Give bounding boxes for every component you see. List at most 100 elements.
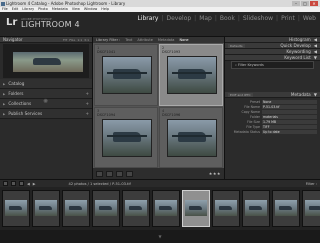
metadata-row: Metadata Status Up to date — [228, 129, 317, 134]
product-name: LIGHTROOM 4 — [21, 20, 80, 29]
module-library[interactable]: Library — [137, 15, 158, 22]
zoom-fill[interactable]: FILL — [69, 38, 75, 42]
zoom-fit[interactable]: FIT — [63, 38, 67, 42]
navigator-preview-image — [13, 52, 83, 72]
grid-cell-selected[interactable]: 2 DSCF1093 — [159, 44, 223, 106]
grid-view: Library Filter : Text Attribute Metadata… — [93, 37, 224, 179]
navigator-label: Navigator — [3, 37, 23, 42]
filmstrip-thumb[interactable] — [302, 190, 320, 227]
lightroom-logo: Lr — [6, 17, 18, 28]
quick-develop-label: Quick Develop — [280, 43, 311, 48]
section-catalog[interactable]: ▶ Catalog — [0, 79, 92, 89]
app-icon — [1, 1, 5, 6]
filmstrip-thumb[interactable] — [152, 190, 180, 227]
metadata-value[interactable]: materials — [262, 114, 317, 119]
metadata-key: Copy Name — [241, 109, 260, 114]
minimize-button[interactable]: – — [292, 1, 300, 6]
photo-thumbnail — [102, 118, 152, 157]
module-book[interactable]: Book — [220, 15, 235, 22]
section-collections-label: Collections — [8, 101, 32, 106]
photo-grid: 1 DSCF1041 2 DSCF1093 3 DSCF1094 4 DSCF1… — [94, 44, 223, 168]
window-title: Lightroom 4 Catalog - Adobe Photoshop Li… — [6, 1, 126, 6]
navigator-header[interactable]: Navigator FIT FILL 1:1 3:1 — [0, 37, 92, 43]
metadata-value[interactable] — [262, 109, 317, 114]
expand-triangle-icon: ▼ — [313, 55, 317, 60]
survey-view-icon[interactable] — [126, 170, 133, 177]
filmstrip-thumb[interactable] — [212, 190, 240, 227]
rating-stars[interactable]: ★★★ — [209, 171, 221, 176]
close-button[interactable]: ✕ — [310, 1, 318, 6]
collapse-triangle-icon: ◀ — [313, 43, 317, 48]
filmstrip-thumb[interactable] — [122, 190, 150, 227]
grid-cell[interactable]: 3 DSCF1094 — [94, 106, 158, 168]
filmstrip-thumb[interactable] — [32, 190, 60, 227]
add-folder-icon[interactable]: + — [85, 91, 89, 96]
filter-keywords-input[interactable]: ⌕ Filter Keywords — [231, 60, 314, 69]
compare-view-icon[interactable] — [116, 170, 123, 177]
module-map[interactable]: Map — [199, 15, 212, 22]
quick-develop-preset[interactable]: Defaults — [228, 43, 245, 48]
filmstrip-bar: ◀ ▶ 42 photos / 1 selected / P-51-03.tif… — [0, 179, 320, 187]
metadata-key: File Name — [244, 104, 260, 109]
expand-triangle-icon: ▼ — [313, 92, 317, 97]
module-separator: | — [297, 15, 300, 22]
expand-triangle-icon: ▶ — [3, 91, 6, 96]
grid-toolbar: ★★★ — [93, 168, 224, 179]
add-collection-icon[interactable]: + — [85, 101, 89, 106]
collapse-bottom-icon: ▼ — [158, 234, 162, 239]
navigator-preview[interactable] — [3, 44, 89, 78]
filmstrip-source[interactable]: 42 photos / 1 selected / P-51-03.tif — [69, 182, 131, 186]
window-controls: – □ ✕ — [292, 1, 318, 6]
filmstrip-thumb[interactable] — [242, 190, 270, 227]
photo-thumbnail — [167, 118, 217, 157]
navigator-zoom-options: FIT FILL 1:1 3:1 — [63, 38, 89, 42]
add-publish-icon[interactable]: + — [85, 111, 89, 116]
filter-attribute[interactable]: Attribute — [137, 38, 152, 42]
grid-icon[interactable] — [19, 181, 24, 186]
metadata-value[interactable]: None — [262, 99, 317, 104]
metadata-value[interactable]: P-51-03.tif — [262, 104, 317, 109]
metadata-key: File Size — [247, 119, 260, 124]
metadata-row: Copy Name — [228, 109, 317, 114]
metadata-value[interactable]: Up to date — [262, 129, 317, 134]
metadata-key: Folder — [250, 114, 260, 119]
window-titlebar: Lightroom 4 Catalog - Adobe Photoshop Li… — [0, 0, 320, 7]
photo-thumbnail — [102, 56, 152, 94]
window-2-icon[interactable] — [11, 181, 16, 186]
filmstrip-thumb[interactable] — [272, 190, 300, 227]
grid-cell[interactable]: 4 DSCF1096 — [159, 106, 223, 168]
module-develop[interactable]: Develop — [166, 15, 191, 22]
bottom-panel-toggle[interactable]: ▼ — [0, 230, 320, 243]
back-arrow-icon[interactable]: ◀ — [27, 182, 30, 186]
module-web[interactable]: Web — [303, 15, 316, 22]
zoom-1-1[interactable]: 1:1 — [77, 38, 82, 42]
filmstrip-thumb[interactable] — [2, 190, 30, 227]
module-slideshow[interactable]: Slideshow — [243, 15, 273, 22]
metadata-value[interactable]: 1.79 MB — [262, 119, 317, 124]
filmstrip-thumb-selected[interactable] — [182, 190, 210, 227]
window-1-icon[interactable] — [3, 181, 8, 186]
filter-metadata[interactable]: Metadata — [158, 38, 175, 42]
module-separator: | — [214, 15, 217, 22]
forward-arrow-icon[interactable]: ▶ — [33, 182, 36, 186]
cell-filename: DSCF1096 — [162, 112, 181, 117]
maximize-button[interactable]: □ — [301, 1, 309, 6]
filter-none[interactable]: None — [179, 38, 188, 42]
filter-text[interactable]: Text — [125, 38, 132, 42]
grid-cell[interactable]: 1 DSCF1041 — [94, 44, 158, 106]
zoom-3-1[interactable]: 3:1 — [84, 38, 89, 42]
filmstrip-thumb[interactable] — [92, 190, 120, 227]
metadata-label: Metadata — [290, 92, 311, 97]
module-print[interactable]: Print — [281, 15, 295, 22]
metadata-fields: Preset None File Name P-51-03.tif Copy N… — [225, 98, 320, 135]
section-catalog-label: Catalog — [8, 81, 25, 86]
loupe-view-icon[interactable] — [106, 170, 113, 177]
metadata-preset[interactable]: EXIF and IPTC — [228, 92, 253, 97]
collapse-triangle-icon: ◀ — [313, 37, 317, 42]
section-publish-services[interactable]: ▶ Publish Services + — [0, 109, 92, 119]
metadata-key: File Type — [246, 124, 260, 129]
metadata-value[interactable]: TIFF — [262, 124, 317, 129]
filmstrip-thumb[interactable] — [62, 190, 90, 227]
grid-view-icon[interactable] — [96, 170, 103, 177]
metadata-row: File Size 1.79 MB — [228, 119, 317, 124]
